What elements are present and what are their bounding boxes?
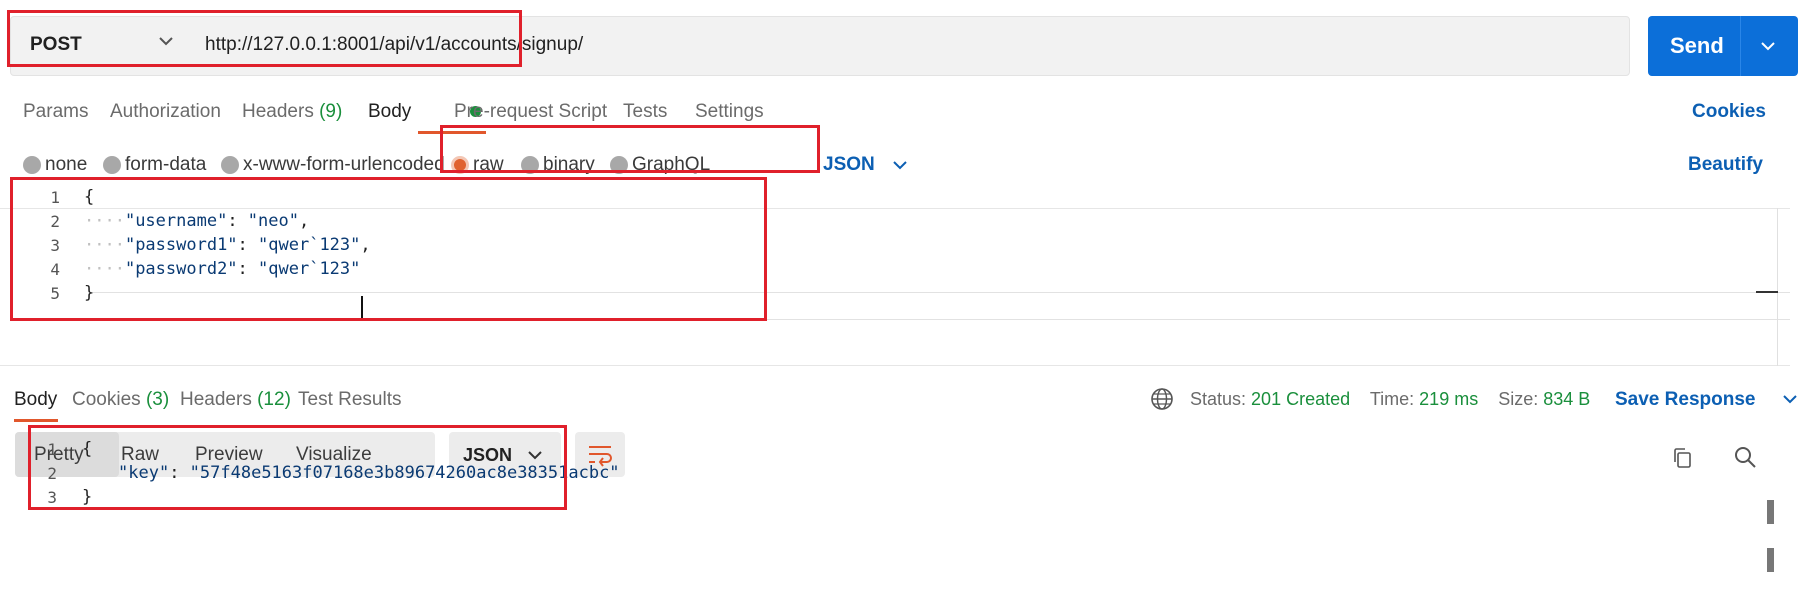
send-button-divider — [1740, 16, 1741, 76]
radio-binary-label[interactable]: binary — [543, 154, 595, 176]
response-tab-headers-label: Headers — [180, 389, 252, 410]
radio-raw-label[interactable]: raw — [473, 154, 504, 176]
size-value[interactable]: 834 B — [1543, 389, 1590, 409]
json-value: "neo" — [247, 211, 299, 231]
chevron-down-icon[interactable] — [1758, 36, 1778, 56]
chevron-down-icon[interactable] — [1780, 389, 1800, 409]
text-cursor — [361, 296, 363, 318]
scrollbar-thumb[interactable] — [1767, 548, 1774, 572]
json-comma: , — [298, 211, 310, 231]
radio-graphql-label[interactable]: GraphQL — [632, 154, 710, 176]
json-value: "qwer`123" — [258, 235, 361, 255]
response-tab-test-results[interactable]: Test Results — [298, 389, 401, 411]
code-line: "key": "57f48e5163f07168e3b89674260ac8e3… — [118, 463, 620, 483]
beautify-button[interactable]: Beautify — [1688, 154, 1763, 176]
cookies-link[interactable]: Cookies — [1692, 101, 1766, 123]
copy-icon[interactable] — [1670, 446, 1694, 470]
json-value[interactable]: "57f48e5163f07168e3b89674260ac8e38351acb… — [190, 463, 620, 483]
active-tab-indicator — [14, 419, 58, 422]
response-tab-cookies-label: Cookies — [72, 389, 141, 410]
active-line-highlight — [90, 292, 1790, 320]
json-key: "key" — [118, 463, 170, 483]
active-tab-indicator — [418, 131, 486, 134]
radio-graphql[interactable] — [610, 156, 628, 174]
editor-scrollbar[interactable] — [1777, 208, 1778, 366]
globe-icon[interactable] — [1149, 386, 1175, 412]
radio-none[interactable] — [23, 156, 41, 174]
radio-form-data[interactable] — [103, 156, 121, 174]
radio-none-label[interactable]: none — [45, 154, 87, 176]
tab-authorization[interactable]: Authorization — [110, 101, 221, 123]
status-label: Status: — [1190, 389, 1247, 409]
radio-x-www-form-urlencoded-label[interactable]: x-www-form-urlencoded — [243, 154, 445, 176]
line-number: 1 — [47, 440, 57, 459]
status-value[interactable]: 201 Created — [1251, 389, 1350, 409]
tab-body[interactable]: Body — [368, 101, 411, 123]
body-format-select[interactable]: JSON — [823, 154, 875, 176]
tab-pre-request-script[interactable]: Pre-request Script — [454, 101, 607, 123]
response-tab-body[interactable]: Body — [14, 389, 57, 411]
line-number: 3 — [50, 236, 60, 255]
tab-params[interactable]: Params — [23, 101, 88, 123]
scrollbar-thumb[interactable] — [1767, 500, 1774, 524]
line-number: 2 — [47, 464, 57, 483]
code-open-brace: { — [84, 187, 95, 207]
line-number: 3 — [47, 488, 57, 507]
http-method-select[interactable]: POST — [30, 34, 82, 56]
response-tab-cookies-count: (3) — [145, 389, 170, 410]
code-line: ····"username": "neo", — [84, 211, 310, 231]
code-close-brace: } — [82, 487, 93, 507]
tab-settings[interactable]: Settings — [695, 101, 764, 123]
time-value[interactable]: 219 ms — [1419, 389, 1478, 409]
response-tab-cookies[interactable]: Cookies (3) — [72, 389, 169, 411]
json-key: "password1" — [124, 235, 238, 255]
json-value: "qwer`123" — [258, 259, 361, 279]
scroll-position-marker — [1756, 291, 1778, 293]
radio-form-data-label[interactable]: form-data — [125, 154, 206, 176]
code-line: ····"password2": "qwer`123" — [84, 259, 361, 279]
response-tab-headers-count: (12) — [257, 389, 291, 410]
request-body-editor[interactable] — [0, 208, 1790, 366]
search-icon[interactable] — [1732, 444, 1758, 470]
request-url-input[interactable]: http://127.0.0.1:8001/api/v1/accounts/si… — [205, 34, 583, 56]
tab-headers-label: Headers — [242, 101, 314, 122]
radio-raw[interactable] — [451, 156, 469, 174]
chevron-down-icon[interactable] — [890, 155, 910, 175]
radio-x-www-form-urlencoded[interactable] — [221, 156, 239, 174]
save-response-button[interactable]: Save Response — [1615, 389, 1755, 411]
line-number: 2 — [50, 212, 60, 231]
json-key: "username" — [124, 211, 228, 231]
chevron-down-icon[interactable] — [526, 446, 544, 464]
line-number: 4 — [50, 260, 60, 279]
line-number: 1 — [50, 188, 60, 207]
response-status-bar: Status: 201 Created Time: 219 ms Size: 8… — [1190, 389, 1590, 410]
tab-headers[interactable]: Headers (9) — [242, 101, 342, 123]
code-close-brace: } — [84, 283, 95, 303]
code-open-brace: { — [82, 439, 93, 459]
response-tab-headers[interactable]: Headers (12) — [180, 389, 291, 411]
radio-binary[interactable] — [521, 156, 539, 174]
line-number: 5 — [50, 284, 60, 303]
json-comma: , — [360, 235, 371, 255]
send-button-label[interactable]: Send — [1670, 33, 1724, 59]
tab-tests[interactable]: Tests — [623, 101, 667, 123]
chevron-down-icon[interactable] — [155, 30, 177, 52]
tab-headers-count: (9) — [319, 101, 343, 122]
json-key: "password2" — [124, 259, 238, 279]
code-line: ····"password1": "qwer`123", — [84, 235, 371, 255]
time-label: Time: — [1369, 389, 1415, 409]
size-label: Size: — [1498, 389, 1539, 409]
